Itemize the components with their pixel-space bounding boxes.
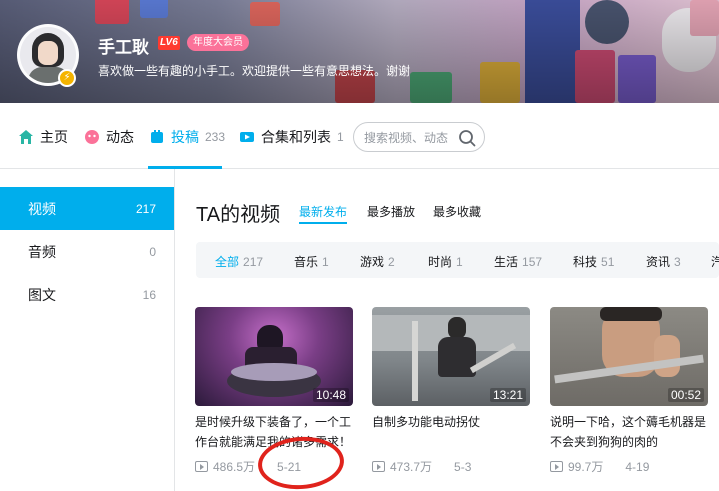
username[interactable]: 手工耿 (98, 33, 149, 58)
thumbnail-figure (438, 337, 476, 377)
video-title[interactable]: 说明一下哈，这个薅毛机器是不会夹到狗狗的肉的 (550, 412, 708, 452)
video-meta: 486.5万 5-21 (195, 458, 353, 475)
play-count-icon (372, 461, 385, 472)
video-thumbnail[interactable]: 10:48 (195, 307, 353, 406)
tab-uploads-label: 投稿 (171, 129, 199, 145)
play-count: 99.7万 (568, 460, 604, 474)
sidebar-item-audio[interactable]: 音频 0 (0, 230, 174, 273)
sort-most-played[interactable]: 最多播放 (367, 203, 415, 220)
dynamic-icon (85, 130, 99, 144)
thumbnail-drum (231, 363, 317, 381)
tab-home-label: 主页 (40, 129, 68, 145)
filter-life[interactable]: 生活 157 (494, 253, 542, 270)
filter-count: 157 (522, 255, 543, 269)
filter-tech[interactable]: 科技 51 (573, 253, 614, 270)
video-card: 13:21 自制多功能电动拐仗 473.7万 5-3 (372, 307, 530, 475)
level-badge: LV6 (158, 36, 180, 50)
filter-count: 3 (674, 255, 681, 269)
filter-label: 生活 (494, 255, 519, 269)
sidebar-item-count: 16 (142, 287, 156, 302)
video-title[interactable]: 是时候升级下装备了，一个工作台就能满足我的诸多需求！ (195, 412, 353, 452)
filter-label: 音乐 (294, 255, 319, 269)
sort-latest[interactable]: 最新发布 (299, 203, 347, 220)
video-meta: 473.7万 5-3 (372, 458, 530, 475)
video-thumbnail[interactable]: 13:21 (372, 307, 530, 406)
publish-date: 4-19 (625, 459, 650, 474)
filter-count: 1 (322, 255, 329, 269)
filter-games[interactable]: 游戏 2 (360, 253, 395, 270)
video-title[interactable]: 自制多功能电动拐仗 (372, 412, 530, 452)
lightning-icon: ⚡ (58, 69, 76, 87)
filter-count: 51 (601, 255, 615, 269)
filter-fashion[interactable]: 时尚 1 (428, 253, 463, 270)
sidebar-item-label: 图文 (28, 286, 56, 303)
upload-icon (151, 130, 163, 143)
sidebar-item-count: 0 (149, 244, 156, 259)
sidebar-item-label: 音频 (28, 243, 56, 260)
video-duration: 10:48 (312, 388, 349, 402)
sidebar-item-label: 视频 (28, 200, 56, 217)
tab-uploads-count: 233 (205, 130, 226, 144)
search-box[interactable] (353, 122, 485, 152)
signature: 喜欢做一些有趣的小手工。欢迎提供一些有意思想法。谢谢 (98, 64, 411, 78)
sidebar-item-video[interactable]: 视频 217 (0, 187, 174, 230)
sidebar-item-count: 217 (135, 201, 156, 216)
play-count: 473.7万 (390, 460, 433, 474)
video-meta: 99.7万 4-19 (550, 458, 708, 475)
play-count-icon (550, 461, 563, 472)
video-duration: 00:52 (667, 388, 704, 402)
filter-label: 时尚 (428, 255, 453, 269)
avatar-face (38, 41, 58, 65)
tab-collections[interactable]: 合集和列表 1 (239, 127, 344, 147)
video-card: 00:52 说明一下哈，这个薅毛机器是不会夹到狗狗的肉的 99.7万 4-19 (550, 307, 708, 475)
search-input[interactable] (364, 129, 456, 147)
filter-label: 游戏 (360, 255, 385, 269)
category-filter-bar: 全部 217 音乐 1 游戏 2 时尚 1 生活 157 科技 51 资讯 3 汽 (196, 242, 719, 278)
video-thumbnail[interactable]: 00:52 (550, 307, 708, 406)
filter-label: 全部 (215, 255, 240, 269)
thumbnail-hair (600, 307, 662, 321)
home-icon (19, 130, 33, 144)
sort-most-favorited[interactable]: 最多收藏 (433, 203, 481, 220)
filter-count: 2 (388, 255, 395, 269)
publish-date: 5-3 (454, 459, 472, 474)
sidebar-item-articles[interactable]: 图文 16 (0, 273, 174, 316)
content-type-sidebar: 视频 217 音频 0 图文 16 (0, 187, 174, 316)
thumbnail-device (412, 321, 418, 401)
tab-uploads[interactable]: 投稿 233 (149, 127, 225, 147)
tab-dynamic-label: 动态 (106, 129, 134, 145)
divider (174, 169, 175, 491)
filter-cars[interactable]: 汽 (711, 253, 719, 270)
page-title: TA的视频 (196, 204, 281, 226)
filter-music[interactable]: 音乐 1 (294, 253, 329, 270)
video-card: 10:48 是时候升级下装备了，一个工作台就能满足我的诸多需求！ 486.5万 … (195, 307, 353, 475)
play-count: 486.5万 (213, 460, 256, 474)
tab-dynamic[interactable]: 动态 (84, 127, 134, 147)
tab-collections-count: 1 (337, 130, 344, 144)
sort-underline (299, 222, 347, 224)
filter-count: 217 (243, 255, 264, 269)
filter-label: 资讯 (646, 255, 671, 269)
tab-home[interactable]: 主页 (18, 127, 68, 147)
filter-label: 科技 (573, 255, 598, 269)
play-count-icon (195, 461, 208, 472)
filter-label: 汽 (711, 255, 719, 269)
video-duration: 13:21 (489, 388, 526, 402)
playlist-icon (240, 132, 254, 142)
profile-nav: 主页 动态 投稿 233 合集和列表 1 (0, 103, 719, 169)
thumbnail-hand (654, 335, 680, 377)
search-icon[interactable] (458, 129, 476, 147)
vip-badge[interactable]: 年度大会员 (187, 34, 249, 51)
tab-collections-label: 合集和列表 (261, 129, 331, 145)
publish-date: 5-21 (277, 459, 302, 474)
filter-count: 1 (456, 255, 463, 269)
filter-all[interactable]: 全部 217 (215, 253, 263, 270)
thumbnail-figure (448, 317, 466, 339)
active-tab-indicator (148, 166, 222, 169)
filter-news[interactable]: 资讯 3 (646, 253, 681, 270)
